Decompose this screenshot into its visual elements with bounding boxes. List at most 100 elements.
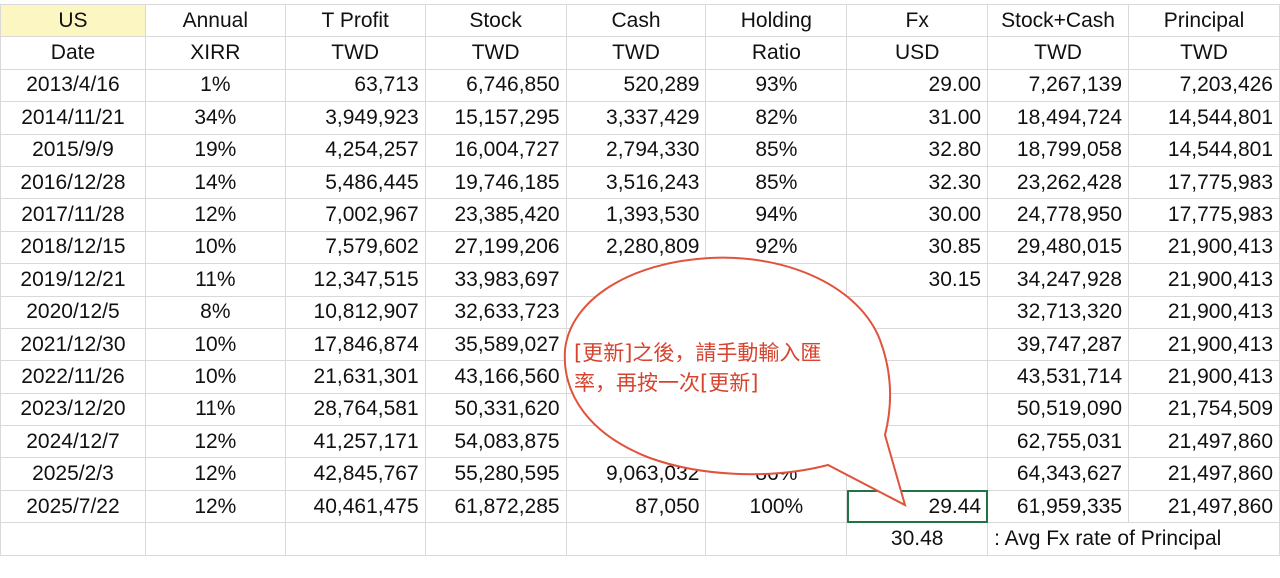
cell-principal[interactable]: 21,900,413 — [1128, 230, 1280, 265]
header-cell-t-profit[interactable]: T Profit — [284, 3, 426, 38]
header-cell-stock-cash[interactable]: TWD — [987, 36, 1130, 70]
cell-cash[interactable]: 520,289 — [565, 68, 707, 103]
cell-cash[interactable] — [565, 425, 707, 459]
cell-t-profit[interactable]: 28,764,581 — [284, 392, 426, 427]
header-cell-fx[interactable]: USD — [846, 36, 989, 70]
header-cell-xirr[interactable]: XIRR — [144, 36, 286, 70]
cell-stock-cash[interactable]: 23,262,428 — [987, 165, 1130, 200]
cell-xirr[interactable]: 19% — [144, 133, 286, 167]
cell-holding-ratio[interactable] — [705, 425, 848, 459]
cell-principal[interactable]: 21,754,509 — [1128, 392, 1280, 427]
cell-cash[interactable]: 3,337,429 — [565, 101, 707, 135]
cell-t-profit[interactable]: 41,257,171 — [284, 425, 426, 459]
cell-stock[interactable]: 15,157,295 — [424, 101, 567, 135]
cell-holding-ratio[interactable]: 100% — [705, 489, 848, 524]
cell-principal[interactable]: 17,775,983 — [1128, 198, 1280, 232]
cell-fx[interactable]: 32.80 — [846, 133, 989, 167]
cell-stock-cash[interactable]: 7,267,139 — [987, 68, 1130, 103]
empty-cell[interactable] — [424, 522, 567, 556]
empty-cell[interactable] — [0, 522, 146, 556]
cell-xirr[interactable]: 12% — [144, 457, 286, 491]
cell-holding-ratio[interactable] — [705, 263, 848, 297]
cell-holding-ratio[interactable] — [705, 392, 848, 427]
cell-holding-ratio[interactable]: 82% — [705, 101, 848, 135]
cell-fx[interactable]: 30.00 — [846, 198, 989, 232]
cell-cash[interactable]: 87,050 — [565, 489, 707, 524]
cell-principal[interactable]: 21,497,860 — [1128, 457, 1280, 491]
cell-t-profit[interactable]: 10,812,907 — [284, 295, 426, 329]
cell-stock-cash[interactable]: 34,247,928 — [987, 263, 1130, 297]
cell-xirr[interactable]: 12% — [144, 489, 286, 524]
cell-principal[interactable]: 21,900,413 — [1128, 295, 1280, 329]
cell-stock[interactable]: 50,331,620 — [424, 392, 567, 427]
cell-date[interactable]: 2020/12/5 — [0, 295, 146, 329]
cell-cash[interactable]: 2,280,809 — [565, 230, 707, 265]
cell-fx[interactable] — [846, 295, 989, 329]
cell-t-profit[interactable]: 40,461,475 — [284, 489, 426, 524]
cell-xirr[interactable]: 10% — [144, 360, 286, 394]
cell-date[interactable]: 2025/7/22 — [0, 489, 146, 524]
empty-cell[interactable] — [144, 522, 286, 556]
cell-t-profit[interactable]: 5,486,445 — [284, 165, 426, 200]
cell-principal[interactable]: 21,497,860 — [1128, 425, 1280, 459]
cell-principal[interactable]: 17,775,983 — [1128, 165, 1280, 200]
empty-cell[interactable] — [705, 522, 848, 556]
cell-principal[interactable]: 7,203,426 — [1128, 68, 1280, 103]
cell-principal[interactable]: 14,544,801 — [1128, 101, 1280, 135]
cell-date[interactable]: 2024/12/7 — [0, 425, 146, 459]
cell-date[interactable]: 2017/11/28 — [0, 198, 146, 232]
cell-date[interactable]: 2018/12/15 — [0, 230, 146, 265]
cell-cash[interactable]: 9,063,032 — [565, 457, 707, 491]
header-cell-date[interactable]: Date — [0, 36, 146, 70]
cell-principal[interactable]: 21,497,860 — [1128, 489, 1280, 524]
cell-t-profit[interactable]: 4,254,257 — [284, 133, 426, 167]
cell-stock-cash[interactable]: 29,480,015 — [987, 230, 1130, 265]
header-cell-cash[interactable]: Cash — [565, 3, 707, 38]
cell-holding-ratio[interactable]: 85% — [705, 133, 848, 167]
header-cell-stock[interactable]: TWD — [424, 36, 567, 70]
cell-stock-cash[interactable]: 61,959,335 — [987, 489, 1130, 524]
cell-xirr[interactable]: 11% — [144, 263, 286, 297]
cell-stock[interactable]: 16,004,727 — [424, 133, 567, 167]
cell-date[interactable]: 2019/12/21 — [0, 263, 146, 297]
cell-stock-cash[interactable]: 50,519,090 — [987, 392, 1130, 427]
cell-xirr[interactable]: 8% — [144, 295, 286, 329]
cell-stock[interactable]: 27,199,206 — [424, 230, 567, 265]
cell-holding-ratio[interactable]: 85% — [705, 165, 848, 200]
cell-date[interactable]: 2013/4/16 — [0, 68, 146, 103]
cell-stock-cash[interactable]: 64,343,627 — [987, 457, 1130, 491]
header-cell-holding-ratio[interactable]: Holding — [705, 3, 848, 38]
cell-t-profit[interactable]: 21,631,301 — [284, 360, 426, 394]
cell-stock[interactable]: 32,633,723 — [424, 295, 567, 329]
cell-fx[interactable]: 30.15 — [846, 263, 989, 297]
cell-t-profit[interactable]: 7,579,602 — [284, 230, 426, 265]
cell-xirr[interactable]: 10% — [144, 230, 286, 265]
cell-stock[interactable]: 6,746,850 — [424, 68, 567, 103]
header-cell-fx[interactable]: Fx — [846, 3, 989, 38]
cell-date[interactable]: 2014/11/21 — [0, 101, 146, 135]
cell-stock-cash[interactable]: 39,747,287 — [987, 327, 1130, 362]
cell-stock-cash[interactable]: 43,531,714 — [987, 360, 1130, 394]
cell-stock[interactable]: 35,589,027 — [424, 327, 567, 362]
cell-holding-ratio[interactable] — [705, 295, 848, 329]
cell-stock[interactable]: 54,083,875 — [424, 425, 567, 459]
cell-stock[interactable]: 19,746,185 — [424, 165, 567, 200]
cell-stock-cash[interactable]: 32,713,320 — [987, 295, 1130, 329]
cell-xirr[interactable]: 12% — [144, 198, 286, 232]
cell-cash[interactable]: 1,393,530 — [565, 198, 707, 232]
cell-t-profit[interactable]: 42,845,767 — [284, 457, 426, 491]
cell-t-profit[interactable]: 12,347,515 — [284, 263, 426, 297]
cell-xirr[interactable]: 14% — [144, 165, 286, 200]
cell-t-profit[interactable]: 3,949,923 — [284, 101, 426, 135]
avg-fx-value-cell[interactable]: 30.48 — [846, 522, 989, 556]
header-cell-xirr[interactable]: Annual — [144, 3, 286, 38]
cell-date[interactable]: 2016/12/28 — [0, 165, 146, 200]
cell-stock[interactable]: 43,166,560 — [424, 360, 567, 394]
cell-date[interactable]: 2025/2/3 — [0, 457, 146, 491]
avg-fx-label-cell[interactable]: : Avg Fx rate of Principal — [987, 522, 1280, 556]
cell-xirr[interactable]: 12% — [144, 425, 286, 459]
cell-xirr[interactable]: 1% — [144, 68, 286, 103]
cell-principal[interactable]: 21,900,413 — [1128, 263, 1280, 297]
cell-holding-ratio[interactable]: 94% — [705, 198, 848, 232]
header-cell-cash[interactable]: TWD — [565, 36, 707, 70]
